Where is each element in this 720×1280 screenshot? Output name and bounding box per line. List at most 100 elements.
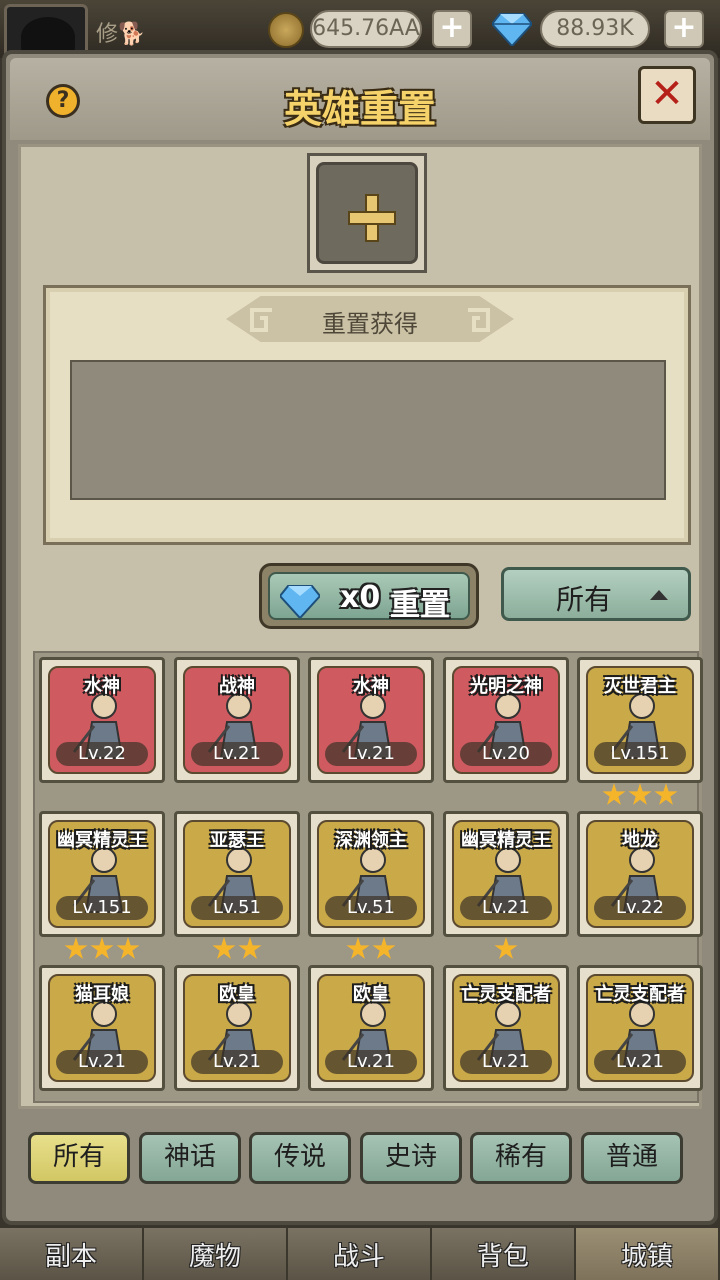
star-icon <box>654 783 678 805</box>
hero-name: 灭世君主 <box>604 676 676 697</box>
hero-level: Lv.20 <box>460 742 552 766</box>
reset-label: 重置 <box>390 588 450 623</box>
rarity-tab[interactable]: 史诗 <box>360 1132 462 1184</box>
nav-item[interactable]: 魔物 <box>144 1228 288 1280</box>
hero-portrait: 深渊领主 Lv.51 <box>317 820 425 928</box>
nav-item[interactable]: 战斗 <box>288 1228 432 1280</box>
hero-name: 幽冥精灵王 <box>461 830 551 851</box>
nav-item[interactable]: 背包 <box>432 1228 576 1280</box>
add-coins-button[interactable]: + <box>432 10 472 48</box>
rarity-tab[interactable]: 所有 <box>28 1132 130 1184</box>
hero-name: 欧皇 <box>353 984 389 1005</box>
rarity-tab[interactable]: 稀有 <box>470 1132 572 1184</box>
hero-portrait: 亡灵支配者 Lv.21 <box>586 974 694 1082</box>
hero-grid: 水神 Lv.22 战神 Lv.21 水神 Lv.21 光明之神 Lv.20 灭世君主 Lv.151… <box>33 651 703 1103</box>
star-icon <box>602 783 626 805</box>
hero-level: Lv.151 <box>56 896 148 920</box>
hero-card[interactable]: 亡灵支配者 Lv.21 <box>443 965 569 1091</box>
rarity-tab[interactable]: 普通 <box>581 1132 683 1184</box>
star-rating <box>443 937 569 965</box>
dialog-body: 重置获得 x0 重置 所有 水神 Lv.22 战神 Lv.21 水神 Lv.21 光明之神 L… <box>18 144 703 1109</box>
hero-portrait: 水神 Lv.22 <box>48 666 156 774</box>
hero-level: Lv.21 <box>325 1050 417 1074</box>
hero-level: Lv.51 <box>191 896 283 920</box>
filter-dropdown[interactable]: 所有 <box>501 567 691 621</box>
hero-portrait: 光明之神 Lv.20 <box>452 666 560 774</box>
bottom-navigation: 副本 魔物 战斗 背包 城镇 <box>0 1228 720 1280</box>
rarity-tabs: 所有 神话 传说 史诗 稀有 普通 <box>28 1132 700 1186</box>
hero-portrait: 战神 Lv.21 <box>183 666 291 774</box>
hero-level: Lv.151 <box>594 742 686 766</box>
hero-name: 水神 <box>353 676 389 697</box>
hero-level: Lv.21 <box>191 742 283 766</box>
star-icon <box>346 937 370 959</box>
rarity-tab[interactable]: 神话 <box>139 1132 241 1184</box>
hero-level: Lv.21 <box>460 896 552 920</box>
star-icon <box>90 937 114 959</box>
filter-selected: 所有 <box>555 583 612 616</box>
hero-level: Lv.21 <box>325 742 417 766</box>
hero-level: Lv.22 <box>56 742 148 766</box>
hero-portrait: 地龙 Lv.22 <box>586 820 694 928</box>
plus-icon <box>348 194 396 242</box>
hero-card[interactable]: 亡灵支配者 Lv.21 <box>577 965 703 1091</box>
hero-card[interactable]: 猫耳娘 Lv.21 <box>39 965 165 1091</box>
star-rating <box>39 937 165 965</box>
add-gems-button[interactable]: + <box>664 10 704 48</box>
hero-card[interactable]: 幽冥精灵王 Lv.21 <box>443 811 569 937</box>
hero-portrait: 欧皇 Lv.21 <box>183 974 291 1082</box>
reset-reward-box: 重置获得 <box>43 285 691 545</box>
star-icon <box>116 937 140 959</box>
rarity-tab[interactable]: 传说 <box>249 1132 351 1184</box>
hero-reset-dialog: ? 英雄重置 ✕ 重置获得 x0 重置 所有 水神 Lv.22 战神 Lv.21… <box>2 50 718 1225</box>
nav-item[interactable]: 副本 <box>0 1228 144 1280</box>
hero-card[interactable]: 地龙 Lv.22 <box>577 811 703 937</box>
hero-select-slot[interactable] <box>307 153 427 273</box>
hero-name: 幽冥精灵王 <box>57 830 147 851</box>
star-icon <box>64 937 88 959</box>
hero-name: 亡灵支配者 <box>595 984 685 1005</box>
hero-portrait: 水神 Lv.21 <box>317 666 425 774</box>
gem-amount: 88.93K <box>540 10 650 48</box>
hero-portrait: 亡灵支配者 Lv.21 <box>452 974 560 1082</box>
hero-portrait: 亚瑟王 Lv.51 <box>183 820 291 928</box>
hero-card[interactable]: 灭世君主 Lv.151 <box>577 657 703 783</box>
hero-name: 猫耳娘 <box>75 984 129 1005</box>
hero-level: Lv.21 <box>191 1050 283 1074</box>
hero-level: Lv.51 <box>325 896 417 920</box>
dialog-header: ? 英雄重置 ✕ <box>10 58 710 140</box>
star-rating <box>577 783 703 811</box>
hero-card[interactable]: 幽冥精灵王 Lv.151 <box>39 811 165 937</box>
star-icon <box>494 937 518 959</box>
hero-card[interactable]: 欧皇 Lv.21 <box>174 965 300 1091</box>
hero-card[interactable]: 欧皇 Lv.21 <box>308 965 434 1091</box>
reset-button[interactable]: x0 重置 <box>259 563 479 629</box>
star-rating <box>174 937 300 965</box>
hero-portrait: 幽冥精灵王 Lv.21 <box>452 820 560 928</box>
hero-portrait: 灭世君主 Lv.151 <box>586 666 694 774</box>
hero-portrait: 幽冥精灵王 Lv.151 <box>48 820 156 928</box>
hero-card[interactable]: 水神 Lv.21 <box>308 657 434 783</box>
reward-label: 重置获得 <box>322 310 418 338</box>
star-icon <box>238 937 262 959</box>
hero-card[interactable]: 战神 Lv.21 <box>174 657 300 783</box>
hero-card[interactable]: 水神 Lv.22 <box>39 657 165 783</box>
nav-item[interactable]: 城镇 <box>576 1228 720 1280</box>
gem-icon <box>492 13 532 46</box>
star-icon <box>372 937 396 959</box>
gem-icon <box>280 585 320 618</box>
hero-level: Lv.21 <box>594 1050 686 1074</box>
hero-card[interactable]: 深渊领主 Lv.51 <box>308 811 434 937</box>
hero-level: Lv.21 <box>460 1050 552 1074</box>
close-button[interactable]: ✕ <box>638 66 696 124</box>
hero-card[interactable]: 光明之神 Lv.20 <box>443 657 569 783</box>
hero-name: 深渊领主 <box>335 830 407 851</box>
coin-icon <box>268 12 304 48</box>
star-icon <box>628 783 652 805</box>
hero-name: 战神 <box>219 676 255 697</box>
hero-name: 光明之神 <box>470 676 542 697</box>
hero-card[interactable]: 亚瑟王 Lv.51 <box>174 811 300 937</box>
player-name: 修🐕 <box>96 22 146 47</box>
hero-name: 欧皇 <box>219 984 255 1005</box>
coin-amount: 645.76AA <box>310 10 422 48</box>
